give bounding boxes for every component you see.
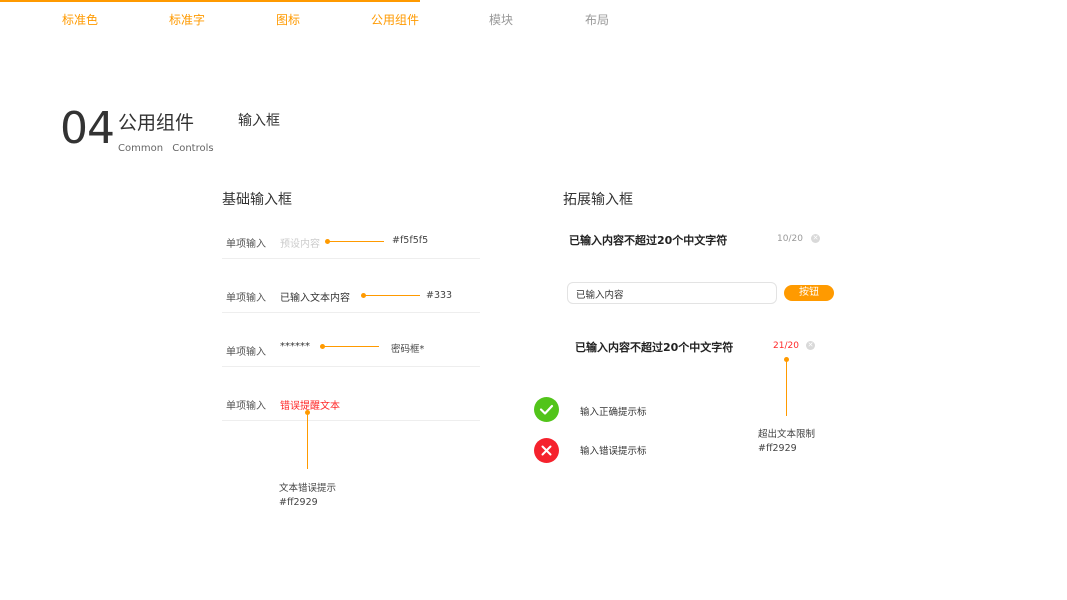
error-x-icon (534, 438, 559, 463)
clear-icon[interactable]: ✕ (806, 341, 815, 350)
annotation-line (786, 360, 787, 416)
section-number: 04 (60, 103, 115, 154)
nav-item-modules[interactable]: 模块 (489, 11, 513, 28)
limit-note-color: #ff2929 (758, 443, 797, 454)
clear-icon[interactable]: ✕ (811, 234, 820, 243)
row-label: 单项输入 (226, 347, 266, 358)
error-note-title: 文本错误提示 (279, 483, 337, 494)
annotation-line (307, 413, 308, 469)
section-subtitle: Common Controls (118, 143, 214, 154)
row-divider (222, 312, 480, 313)
nav-item-common-components[interactable]: 公用组件 (371, 11, 419, 28)
section-item-title: 输入框 (238, 113, 280, 129)
submit-button[interactable]: 按钮 (784, 285, 834, 301)
annotation-text: 密码框* (391, 344, 425, 355)
annotation-line (323, 346, 379, 347)
annotation-line (364, 295, 420, 296)
error-input[interactable]: 错误提醒文本 (280, 397, 340, 412)
nav-item-standard-colors[interactable]: 标准色 (62, 11, 98, 28)
nav-progress-bar (0, 0, 420, 2)
text-input-value: 已输入内容 (576, 290, 624, 301)
error-note-color: #ff2929 (279, 497, 318, 508)
char-counter: 10/20 (777, 234, 803, 244)
annotation-text: #333 (426, 290, 453, 301)
row-divider (222, 420, 480, 421)
char-counter-overflow: 21/20 (773, 341, 799, 351)
limited-input[interactable]: 已输入内容不超过20个中文字符 (569, 232, 727, 248)
limit-note-title: 超出文本限制 (758, 429, 816, 440)
basic-input-title: 基础输入框 (222, 192, 292, 208)
row-divider (222, 258, 480, 259)
annotation-line (328, 241, 384, 242)
overflow-input[interactable]: 已输入内容不超过20个中文字符 (575, 339, 733, 355)
section-title: 公用组件 (118, 112, 195, 134)
correct-label: 输入正确提示标 (580, 407, 647, 418)
preset-input[interactable]: 预设内容 (280, 235, 320, 250)
nav-item-layout[interactable]: 布局 (585, 11, 609, 28)
check-icon (534, 397, 559, 422)
annotation-text: #f5f5f5 (392, 235, 429, 246)
nav-item-icons[interactable]: 图标 (276, 11, 300, 28)
row-divider (222, 366, 480, 367)
extended-input-title: 拓展输入框 (563, 192, 633, 208)
row-label: 单项输入 (226, 401, 266, 412)
wrong-label: 输入错误提示标 (580, 446, 647, 457)
row-label: 单项输入 (226, 239, 266, 250)
nav-item-standard-fonts[interactable]: 标准字 (169, 11, 205, 28)
password-input[interactable]: ****** (280, 341, 310, 352)
filled-input[interactable]: 已输入文本内容 (280, 289, 350, 304)
text-input-with-button[interactable]: 已输入内容 (567, 282, 777, 304)
row-label: 单项输入 (226, 293, 266, 304)
